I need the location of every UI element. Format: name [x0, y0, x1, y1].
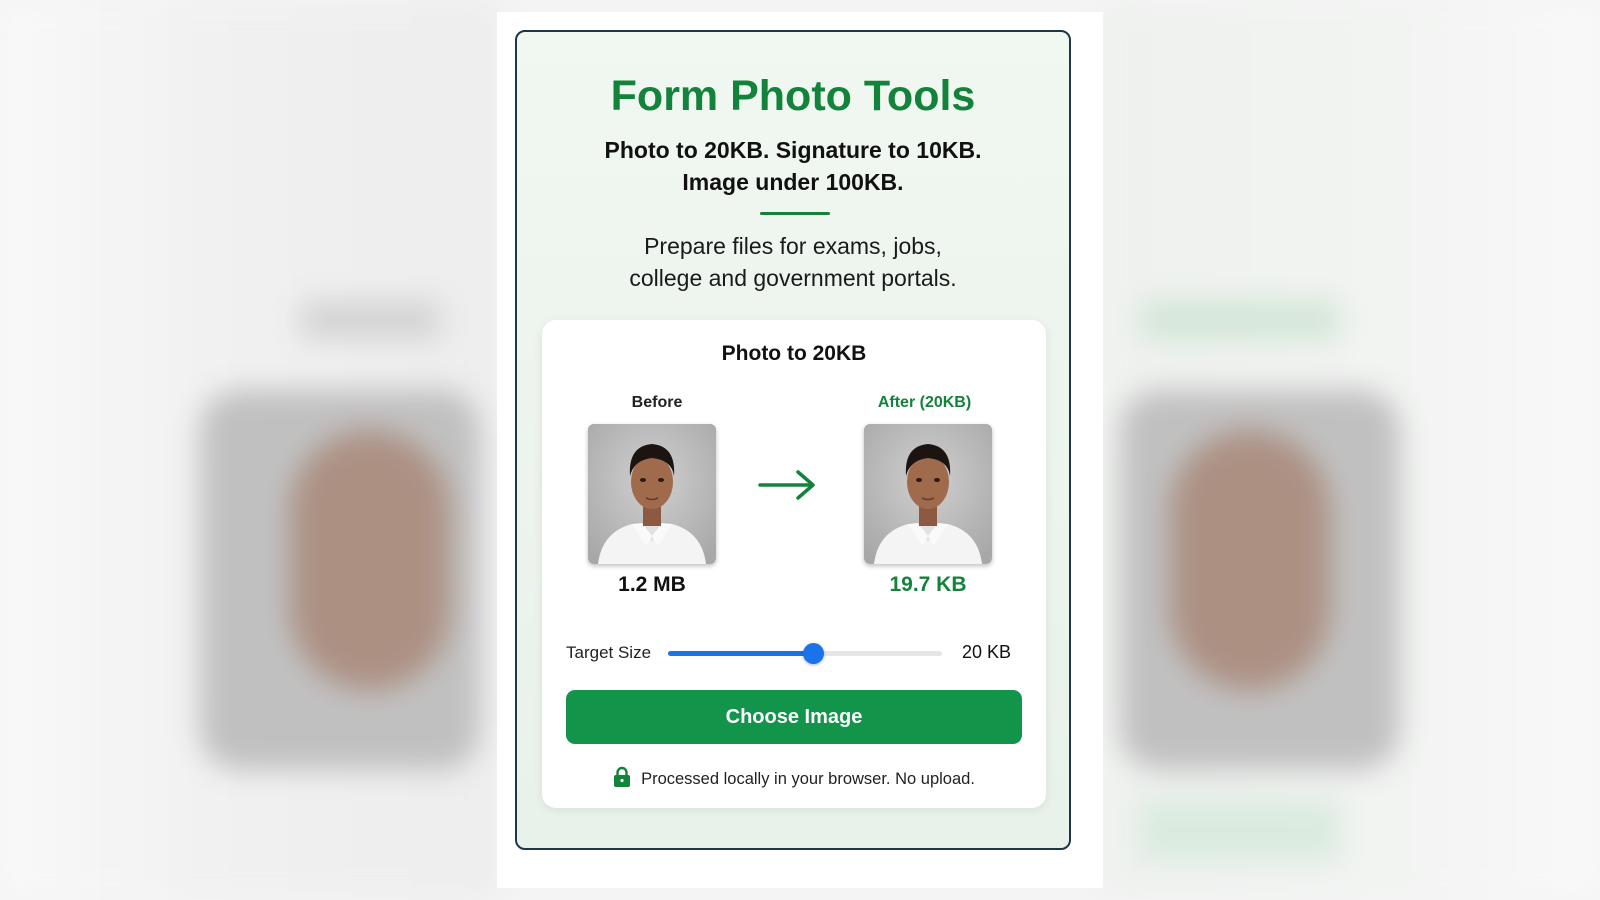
tool-card: Form Photo Tools Photo to 20KB. Signatur… — [515, 30, 1071, 850]
subtitle-line-2: Image under 100KB. — [682, 169, 904, 195]
blurred-backdrop-right — [1100, 0, 1600, 900]
slider-thumb[interactable] — [803, 643, 825, 664]
after-photo — [864, 424, 992, 564]
panel-title: Photo to 20KB — [721, 342, 867, 365]
screenshot-frame: Form Photo Tools Photo to 20KB. Signatur… — [497, 12, 1103, 888]
after-label: After (20KB) — [877, 394, 972, 411]
blurred-backdrop-left — [0, 0, 500, 900]
privacy-note: Processed locally in your browser. No up… — [542, 766, 1046, 789]
subtitle-line-1: Photo to 20KB. Signature to 10KB. — [604, 137, 982, 163]
before-file-size: 1.2 MB — [618, 573, 686, 596]
after-file-size: 19.7 KB — [889, 573, 967, 596]
lock-icon — [614, 766, 631, 787]
privacy-note-text: Processed locally in your browser. No up… — [641, 770, 975, 788]
target-size-value: 20 KB — [962, 642, 1012, 662]
compress-panel: Photo to 20KB Before After (20KB) 1.2 MB… — [542, 320, 1046, 808]
arrow-right-icon — [758, 470, 815, 500]
description-line-2: college and government portals. — [629, 265, 957, 291]
title-divider — [760, 212, 830, 215]
target-size-label: Target Size — [566, 643, 652, 662]
before-label: Before — [631, 394, 683, 411]
page-description: Prepare files for exams, jobs, college a… — [517, 230, 1069, 294]
page-subtitle: Photo to 20KB. Signature to 10KB. Image … — [517, 134, 1069, 198]
choose-image-button[interactable]: Choose Image — [566, 690, 1022, 744]
slider-fill — [668, 651, 814, 656]
before-photo — [588, 424, 716, 564]
description-line-1: Prepare files for exams, jobs, — [644, 233, 942, 259]
page-title: Form Photo Tools — [610, 72, 976, 120]
target-size-slider[interactable] — [668, 643, 942, 664]
